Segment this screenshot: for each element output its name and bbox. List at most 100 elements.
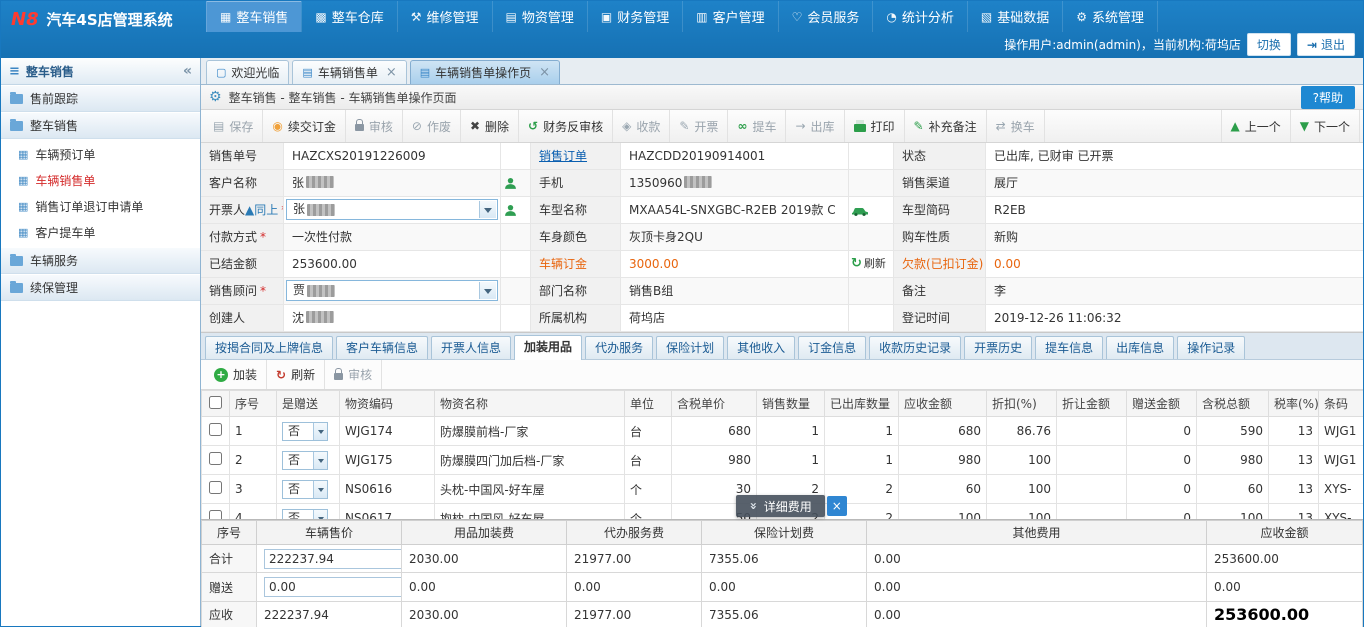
tab-sales-order-edit-page[interactable]: ▤ 车辆销售单操作页 ×	[410, 60, 560, 84]
same-as-above[interactable]: ▲同上	[245, 203, 278, 217]
save-button[interactable]: ▤保存	[204, 110, 263, 142]
redacted-text	[306, 176, 334, 188]
sales-order-link[interactable]: 销售订单	[539, 149, 587, 163]
nav-label: 系统管理	[1092, 7, 1144, 26]
subtab-mortgage-plate-info[interactable]: 按揭合同及上牌信息	[205, 336, 333, 359]
sidebar-group-presale-tracking[interactable]: 售前跟踪	[1, 85, 200, 112]
nav-item-material[interactable]: ▤物资管理	[492, 1, 587, 32]
subtab-stockout-info[interactable]: 出库信息	[1106, 336, 1174, 359]
row-label: 赠送	[202, 573, 257, 601]
previous-record-button[interactable]: ▲上一个	[1221, 110, 1291, 142]
subtab-agency-services[interactable]: 代办服务	[585, 336, 653, 359]
sidebar-item-order-cancel-request[interactable]: ▦销售订单退订申请单	[1, 193, 200, 219]
refresh-label: 刷新	[864, 251, 886, 277]
help-button[interactable]: ?帮助	[1301, 86, 1355, 109]
add-accessory-button[interactable]: +加装	[205, 360, 267, 389]
close-tab-icon[interactable]: ×	[539, 66, 550, 79]
person-icon[interactable]	[504, 177, 517, 190]
delete-button[interactable]: ✖删除	[461, 110, 519, 142]
sidebar-item-vehicle-preorder[interactable]: ▦车辆预订单	[1, 141, 200, 167]
add-remark-button[interactable]: ✎补充备注	[905, 110, 987, 142]
stock-out-icon: →	[795, 119, 805, 133]
pencil-icon: ✎	[914, 119, 924, 133]
gift-select[interactable]: 否	[282, 422, 328, 441]
sidebar-group-vehicle-sales[interactable]: 整车销售	[1, 112, 200, 139]
row-checkbox[interactable]	[209, 423, 222, 436]
nav-item-vehicle-warehouse[interactable]: ▩整车仓库	[301, 1, 396, 32]
register-time-label: 登记时间	[894, 305, 986, 331]
row-checkbox[interactable]	[209, 452, 222, 465]
vehicle-price-total-input[interactable]	[264, 549, 402, 569]
subtab-other-income[interactable]: 其他收入	[727, 336, 795, 359]
audit-items-button[interactable]: 审核	[325, 360, 382, 389]
subtab-customer-vehicle-info[interactable]: 客户车辆信息	[336, 336, 428, 359]
finance-unaudit-button[interactable]: ↺财务反审核	[519, 110, 613, 142]
refresh-icon: ↻	[851, 251, 862, 277]
detail-cost-label: 详细费用	[764, 498, 812, 515]
tab-welcome[interactable]: ▢ 欢迎光临	[206, 60, 289, 84]
pickup-car-button[interactable]: ∞提车	[728, 110, 786, 142]
car-icon[interactable]	[851, 205, 869, 217]
logout-button[interactable]: ⇥退出	[1297, 33, 1355, 56]
detail-cost-toggle[interactable]: « 详细费用	[736, 495, 825, 517]
select-all-checkbox[interactable]	[209, 396, 222, 409]
refresh-deposit-button[interactable]: ↻刷新	[851, 251, 891, 277]
nav-item-statistics[interactable]: ◔统计分析	[872, 1, 967, 32]
void-button[interactable]: ⊘作废	[403, 110, 461, 142]
sale-no-label: 销售单号	[201, 143, 284, 169]
subtab-operation-log[interactable]: 操作记录	[1177, 336, 1245, 359]
close-icon[interactable]: ×	[827, 496, 847, 516]
subtab-insurance-plan[interactable]: 保险计划	[656, 336, 724, 359]
row-checkbox[interactable]	[209, 510, 222, 519]
print-button[interactable]: 打印	[845, 110, 905, 142]
col-discount: 折扣(%)	[987, 391, 1057, 417]
invoice-person-select[interactable]: 张	[286, 199, 498, 220]
gift-select[interactable]: 否	[282, 509, 328, 520]
table-row[interactable]: 2 否 WJG175 防爆膜四门加后档-厂家 台 980 1 1 980 100…	[202, 446, 1364, 475]
next-record-button[interactable]: ▼下一个	[1291, 110, 1360, 142]
nav-item-member[interactable]: ♡会员服务	[778, 1, 873, 32]
stock-out-button[interactable]: →出库	[786, 110, 844, 142]
nav-item-system[interactable]: ⚙系统管理	[1062, 1, 1158, 32]
main-nav: ▦整车销售 ▩整车仓库 ⚒维修管理 ▤物资管理 ▣财务管理 ▥客户管理 ♡会员服…	[206, 1, 1158, 32]
collapse-sidebar-button[interactable]: «	[183, 63, 192, 79]
swap-car-button[interactable]: ⇄换车	[987, 110, 1045, 142]
table-row[interactable]: 1 否 WJG174 防爆膜前档-厂家 台 680 1 1 680 86.76 …	[202, 417, 1364, 446]
button-label: 收款	[636, 118, 660, 135]
button-label: 下一个	[1314, 118, 1350, 135]
col-receivable: 应收金额	[899, 391, 987, 417]
button-label: 开票	[694, 118, 718, 135]
subtab-invoice-history[interactable]: 开票历史	[964, 336, 1032, 359]
subtab-invoice-person-info[interactable]: 开票人信息	[431, 336, 511, 359]
tab-vehicle-sales-order[interactable]: ▤ 车辆销售单 ×	[292, 60, 406, 84]
refresh-items-button[interactable]: ↻刷新	[267, 360, 325, 389]
renew-deposit-button[interactable]: ◉续交订金	[263, 110, 346, 142]
person-icon[interactable]	[504, 204, 517, 217]
sidebar-group-renewal-insurance[interactable]: 续保管理	[1, 274, 200, 301]
row-checkbox[interactable]	[209, 481, 222, 494]
sidebar-item-customer-pickup[interactable]: ▦客户提车单	[1, 219, 200, 245]
sales-consultant-select[interactable]: 贾	[286, 280, 498, 301]
subtab-pickup-info[interactable]: 提车信息	[1035, 336, 1103, 359]
sidebar-item-vehicle-sales-order[interactable]: ▦车辆销售单	[1, 167, 200, 193]
gift-select[interactable]: 否	[282, 480, 328, 499]
remark-value: 李	[986, 278, 1363, 304]
nav-item-customer[interactable]: ▥客户管理	[682, 1, 777, 32]
audit-button[interactable]: 审核	[346, 110, 403, 142]
nav-item-vehicle-sales[interactable]: ▦整车销售	[206, 1, 301, 32]
nav-item-finance[interactable]: ▣财务管理	[587, 1, 682, 32]
subtab-deposit-info[interactable]: 订金信息	[798, 336, 866, 359]
nav-item-repair[interactable]: ⚒维修管理	[397, 1, 492, 32]
nav-item-base-data[interactable]: ▧基础数据	[967, 1, 1062, 32]
sales-consultant-label: 销售顾问*	[201, 278, 284, 304]
doc-icon: ▤	[302, 66, 312, 79]
subtab-payment-history[interactable]: 收款历史记录	[869, 336, 961, 359]
subtab-accessories[interactable]: 加装用品	[514, 335, 582, 360]
invoice-button[interactable]: ✎开票	[670, 110, 728, 142]
receive-payment-button[interactable]: ◈收款	[613, 110, 670, 142]
switch-org-button[interactable]: 切换	[1247, 33, 1291, 56]
vehicle-price-gift-input[interactable]	[264, 577, 402, 597]
sidebar-group-vehicle-service[interactable]: 车辆服务	[1, 247, 200, 274]
gift-select[interactable]: 否	[282, 451, 328, 470]
close-tab-icon[interactable]: ×	[386, 66, 397, 79]
